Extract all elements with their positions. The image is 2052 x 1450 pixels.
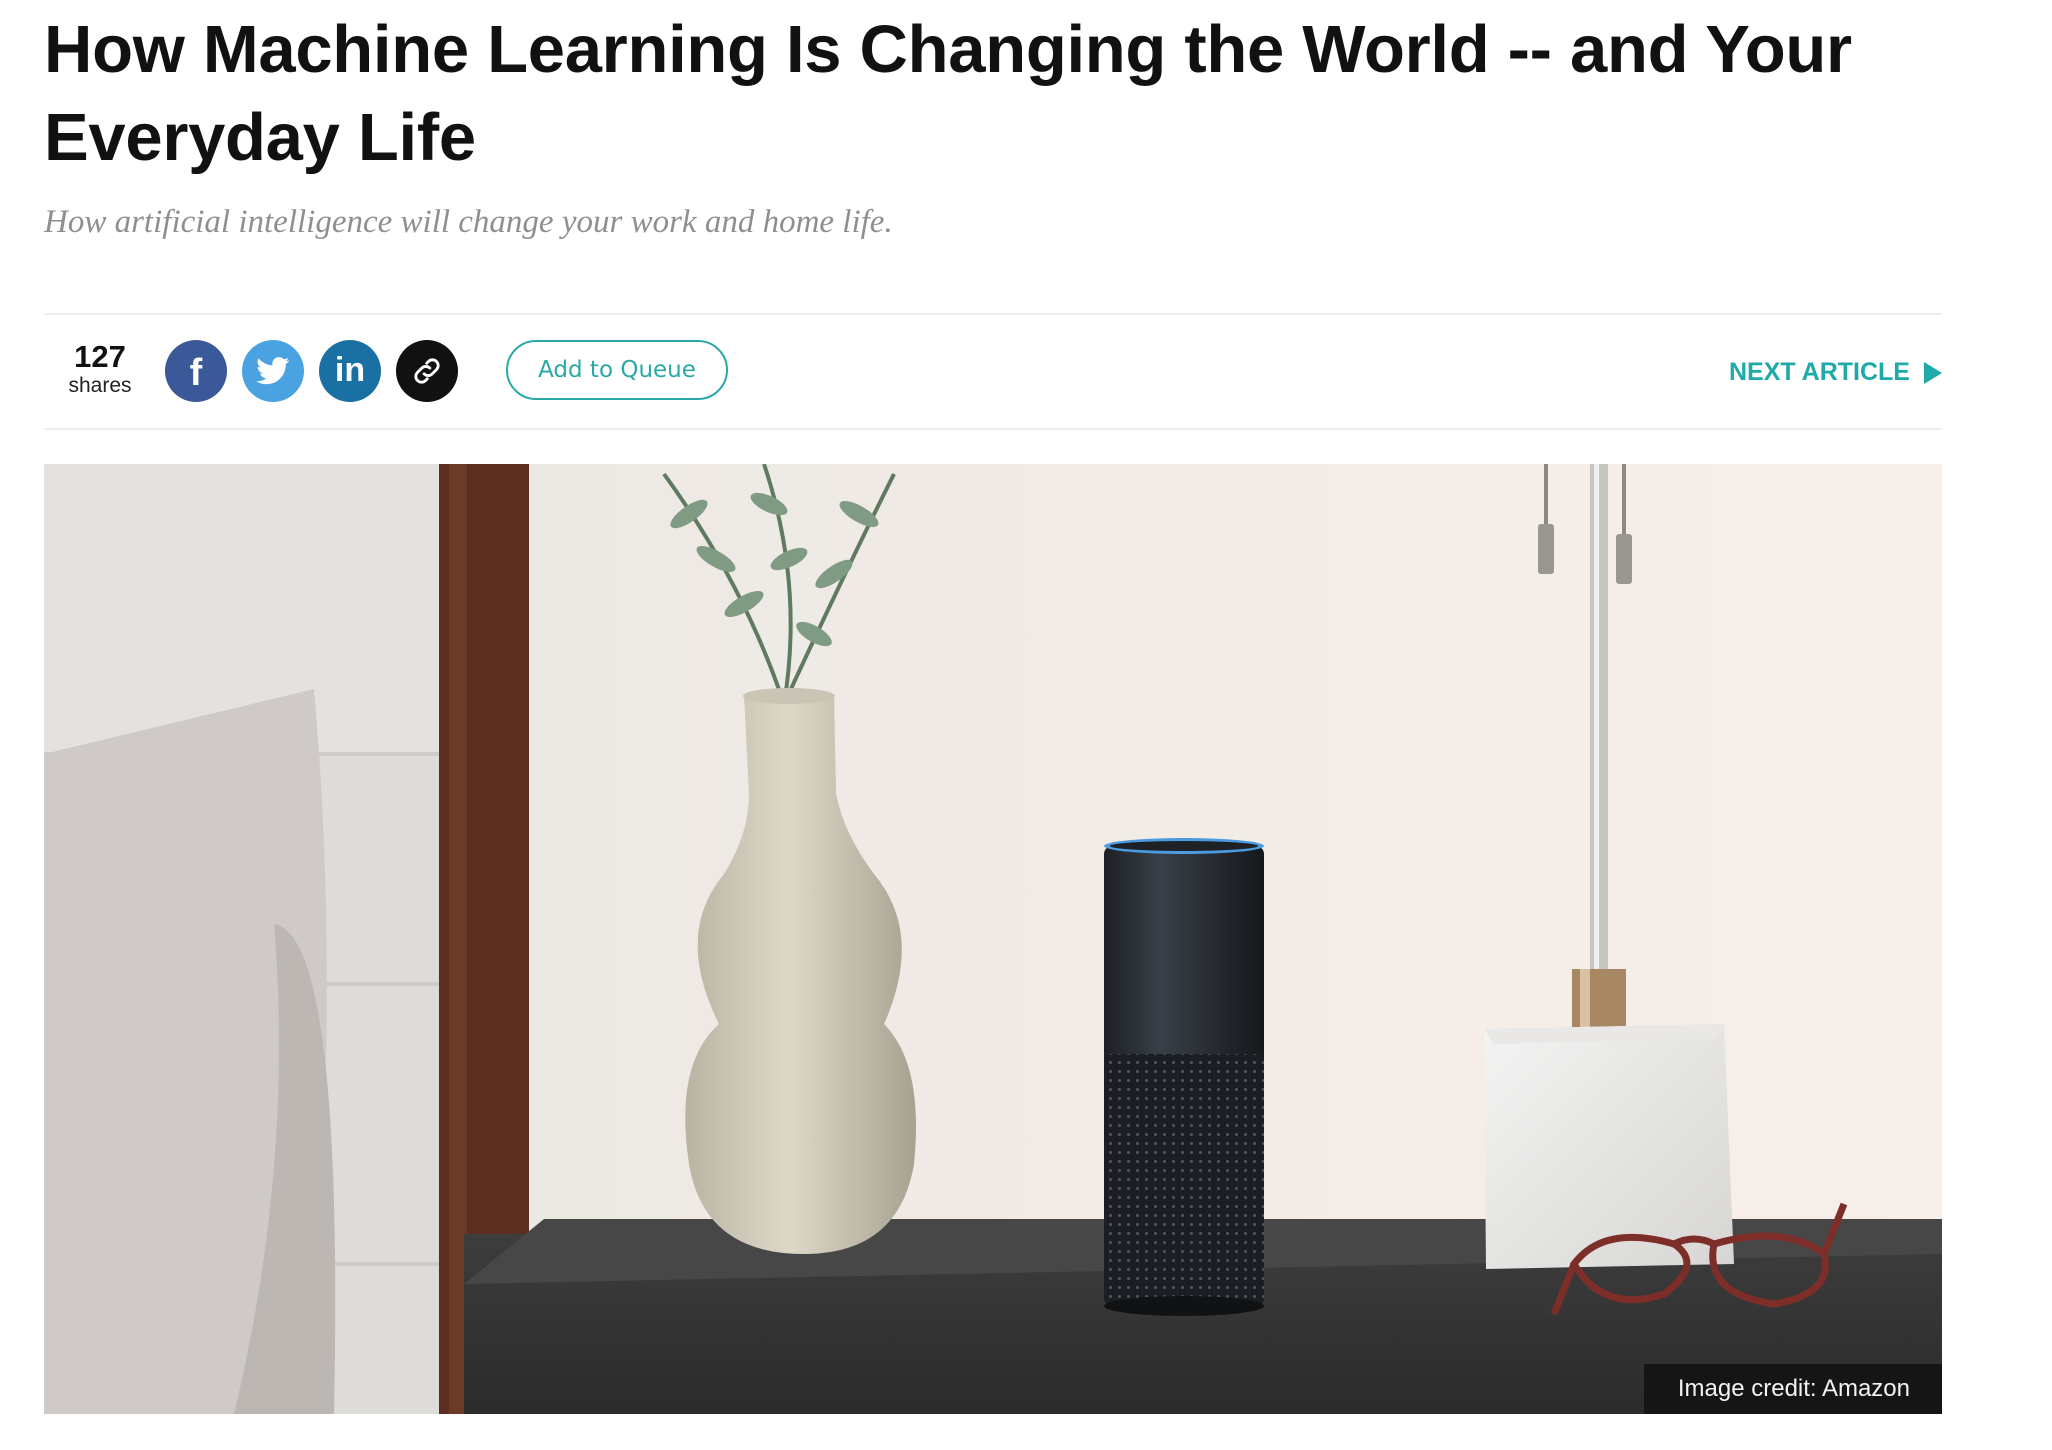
linkedin-icon: in	[334, 351, 366, 389]
play-arrow-icon	[1924, 361, 1942, 384]
share-bar-bottom-divider	[44, 428, 1942, 430]
facebook-icon: f	[189, 352, 203, 394]
hero-image: Image credit: Amazon	[44, 464, 1942, 1414]
article-title: How Machine Learning Is Changing the Wor…	[44, 12, 1852, 175]
twitter-share-button[interactable]	[242, 340, 304, 402]
next-article-link[interactable]: NEXT ARTICLE	[1729, 358, 1942, 387]
article-subtitle: How artificial intelligence will change …	[44, 204, 893, 240]
twitter-icon	[256, 357, 290, 385]
share-count: 127 shares	[60, 340, 140, 398]
copy-link-button[interactable]	[396, 340, 458, 402]
share-count-number: 127	[74, 339, 126, 374]
add-to-queue-button[interactable]: Add to Queue	[506, 340, 728, 400]
share-count-label: shares	[68, 374, 132, 397]
linkedin-share-button[interactable]: in	[319, 340, 381, 402]
image-credit: Image credit: Amazon	[1644, 1364, 1942, 1414]
share-bar-top-divider	[44, 313, 1942, 315]
facebook-share-button[interactable]: f	[165, 340, 227, 402]
next-article-label: NEXT ARTICLE	[1728, 358, 1910, 386]
hero-illustration	[44, 464, 1942, 1414]
link-icon	[414, 358, 440, 384]
